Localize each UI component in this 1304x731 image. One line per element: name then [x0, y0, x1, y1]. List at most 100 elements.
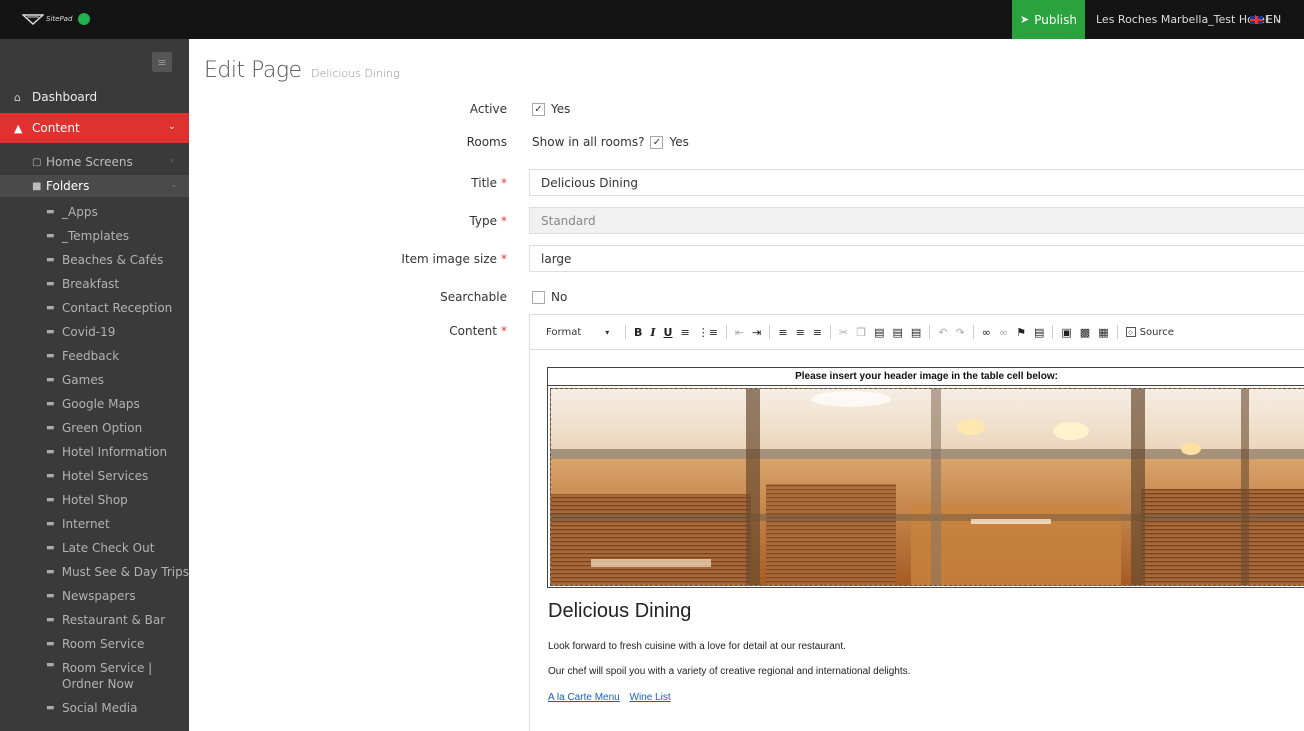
folder-label: Newspapers — [62, 589, 136, 603]
header-image[interactable] — [550, 388, 1304, 586]
indent-icon[interactable]: ⇥ — [748, 326, 765, 339]
folder-item[interactable]: ▬ Internet — [0, 513, 189, 535]
folder-item[interactable]: ▬ _Apps — [0, 201, 189, 223]
language-selector[interactable]: EN — [1250, 0, 1281, 39]
label-text: Item image size — [401, 252, 497, 266]
folder-label: Breakfast — [62, 277, 120, 291]
title-input[interactable]: Delicious Dining — [529, 169, 1304, 196]
rooms-value: Yes — [669, 135, 689, 149]
publish-button[interactable]: ➤ Publish — [1012, 0, 1085, 39]
folder-open-icon: ▬ — [46, 303, 55, 313]
image-size-input[interactable]: large — [529, 245, 1304, 272]
paste-text-icon[interactable]: ▤ — [889, 326, 907, 339]
image-size-label: Item image size * — [401, 252, 507, 266]
align-left-icon[interactable]: ≡ — [774, 326, 791, 339]
source-label: Source — [1139, 326, 1174, 338]
folder-item[interactable]: ▬ Newspapers — [0, 585, 189, 607]
active-field: ✓ Yes — [532, 102, 570, 116]
format-label: Format — [546, 326, 582, 338]
logo[interactable]: SitePad — [22, 11, 91, 27]
content-links: A la Carte Menu Wine List — [548, 692, 678, 703]
table-icon[interactable]: ▦ — [1094, 326, 1112, 339]
type-label: Type * — [469, 214, 507, 228]
folder-open-icon: ▬ — [46, 519, 55, 529]
redo-icon[interactable]: ↷ — [952, 326, 969, 339]
copy-icon[interactable]: ❐ — [852, 326, 870, 339]
sidebar-item-label: Dashboard — [32, 90, 98, 104]
folder-item[interactable]: ▬ Room Service | Ordner Now — [0, 657, 189, 693]
link-a-la-carte-menu[interactable]: A la Carte Menu — [548, 692, 620, 703]
folder-item[interactable]: ▬ Covid-19 — [0, 321, 189, 343]
folder-open-icon: ▬ — [46, 703, 55, 713]
paste-icon[interactable]: ▤ — [870, 326, 888, 339]
folder-item[interactable]: ▬ Restaurant & Bar — [0, 609, 189, 631]
link-icon[interactable]: ∞ — [978, 326, 995, 339]
document-icon[interactable]: ▤ — [1030, 326, 1048, 339]
pdf-icon[interactable]: ▩ — [1076, 326, 1094, 339]
format-dropdown[interactable]: Format ▾ — [546, 327, 621, 338]
searchable-checkbox[interactable] — [532, 290, 545, 304]
folder-item[interactable]: ▬ Hotel Information — [0, 441, 189, 463]
content-label: Content * — [449, 324, 507, 338]
searchable-field: No — [532, 290, 567, 304]
folder-item[interactable]: ▬ _Templates — [0, 225, 189, 247]
anchor-flag-icon[interactable]: ⚑ — [1012, 326, 1030, 339]
image-size-value: large — [541, 251, 572, 266]
required-mark: * — [501, 214, 507, 228]
folder-item[interactable]: ▬ Feedback — [0, 345, 189, 367]
folder-label: Late Check Out — [62, 541, 155, 555]
sidebar-item-content[interactable]: ▲ Content ⌄ — [0, 113, 189, 143]
undo-icon[interactable]: ↶ — [934, 326, 951, 339]
align-right-icon[interactable]: ≡ — [809, 326, 826, 339]
status-indicator — [78, 13, 91, 25]
folder-item[interactable]: ▬ Late Check Out — [0, 537, 189, 559]
folder-item[interactable]: ▬ Breakfast — [0, 273, 189, 295]
folder-item[interactable]: ▬ Hotel Services — [0, 465, 189, 487]
type-input: Standard — [529, 207, 1304, 234]
numbered-list-icon[interactable]: ≡ — [676, 326, 693, 339]
folder-item[interactable]: ▬ Contact Reception — [0, 297, 189, 319]
rooms-checkbox[interactable]: ✓ — [650, 135, 664, 149]
italic-icon[interactable]: I — [646, 326, 659, 339]
folder-item[interactable]: ▬ Google Maps — [0, 393, 189, 415]
link-wine-list[interactable]: Wine List — [630, 692, 671, 703]
folder-item[interactable]: ▬ Must See & Day Trips — [0, 561, 189, 583]
image-icon[interactable]: ▣ — [1057, 326, 1075, 339]
folder-open-icon: ▬ — [46, 567, 55, 577]
bold-icon[interactable]: B — [630, 326, 646, 339]
label-text: Rooms — [466, 135, 507, 149]
outdent-icon[interactable]: ⇤ — [731, 326, 748, 339]
page-subtitle: Delicious Dining — [311, 67, 400, 80]
menu-lines-icon: ≡ — [157, 55, 167, 69]
align-center-icon[interactable]: ≡ — [792, 326, 809, 339]
sidebar-item-folders[interactable]: ■ Folders ⌄ — [0, 175, 189, 197]
label-text: Type — [469, 214, 497, 228]
sidebar-item-dashboard[interactable]: ⌂ Dashboard — [0, 85, 189, 109]
sidebar-item-home-screens[interactable]: ▢ Home Screens ‹ — [0, 151, 189, 173]
page-title-text: Edit Page — [204, 58, 302, 83]
source-button[interactable]: ◇ Source — [1125, 326, 1174, 338]
editor-document[interactable]: Please insert your header image in the t… — [530, 351, 1304, 731]
sidebar-toggle-button[interactable]: ≡ — [152, 52, 172, 72]
folder-item[interactable]: ▬ Room Service — [0, 633, 189, 655]
folder-item[interactable]: ▬ Green Option — [0, 417, 189, 439]
bullet-list-icon[interactable]: ⋮≡ — [694, 326, 722, 339]
folder-open-icon: ▬ — [46, 279, 55, 289]
folder-item[interactable]: ▬ Hotel Shop — [0, 489, 189, 511]
active-checkbox[interactable]: ✓ — [532, 102, 545, 116]
logo-icon — [22, 14, 44, 25]
unlink-icon[interactable]: ∞ — [995, 326, 1012, 339]
folder-item[interactable]: ▬ Games — [0, 369, 189, 391]
toolbar-separator — [1116, 325, 1118, 339]
folder-label: Hotel Shop — [62, 493, 128, 507]
underline-icon[interactable]: U — [660, 326, 677, 339]
folder-item[interactable]: ▬ Beaches & Cafés — [0, 249, 189, 271]
cut-icon[interactable]: ✂ — [835, 326, 852, 339]
paste-word-icon[interactable]: ▤ — [907, 326, 925, 339]
source-code-icon: ◇ — [1125, 327, 1136, 337]
folder-item[interactable]: ▬ Social Media — [0, 697, 189, 719]
label-text: Title — [471, 176, 497, 190]
rooms-question: Show in all rooms? — [532, 135, 645, 149]
rich-text-editor: Format ▾ B I U ≡ ⋮≡ ⇤ ⇥ ≡ ≡ ≡ ✂ ❐ ▤ ▤ ▤ … — [529, 314, 1304, 731]
toolbar-separator — [830, 325, 832, 339]
